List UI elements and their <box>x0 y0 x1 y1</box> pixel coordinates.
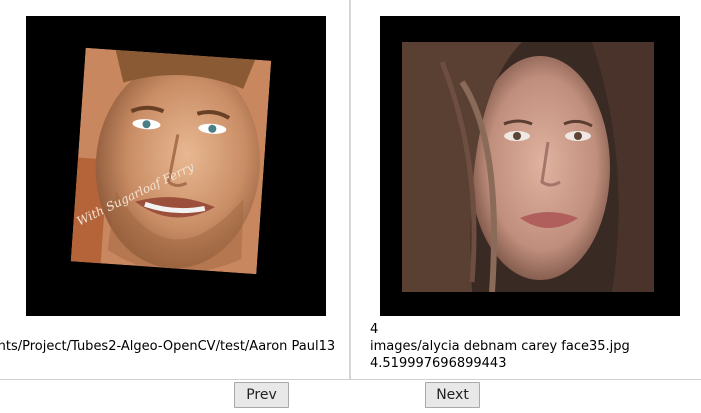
match-image-frame <box>380 16 680 316</box>
test-face-image: With Sugarloaf Ferry <box>70 47 272 275</box>
match-index: 4 <box>370 322 379 337</box>
navigation-bar: Prev Next <box>0 379 701 413</box>
prev-button[interactable]: Prev <box>234 382 289 408</box>
test-image-path: C:/Users/Documents/Project/Tubes2-Algeo-… <box>0 338 350 355</box>
match-distance: 4.519997696899443 <box>370 356 507 371</box>
next-button[interactable]: Next <box>425 382 480 408</box>
test-image-path-text: C:/Users/Documents/Project/Tubes2-Algeo-… <box>0 339 336 354</box>
match-face-image <box>402 42 654 292</box>
test-image-panel: With Sugarloaf Ferry C:/Users/Documents/… <box>0 0 350 379</box>
match-info: 4 images/alycia debnam carey face35.jpg … <box>370 321 630 372</box>
test-image-frame: With Sugarloaf Ferry <box>26 16 326 316</box>
match-image-panel: 4 images/alycia debnam carey face35.jpg … <box>351 0 701 379</box>
match-filename: images/alycia debnam carey face35.jpg <box>370 339 630 354</box>
